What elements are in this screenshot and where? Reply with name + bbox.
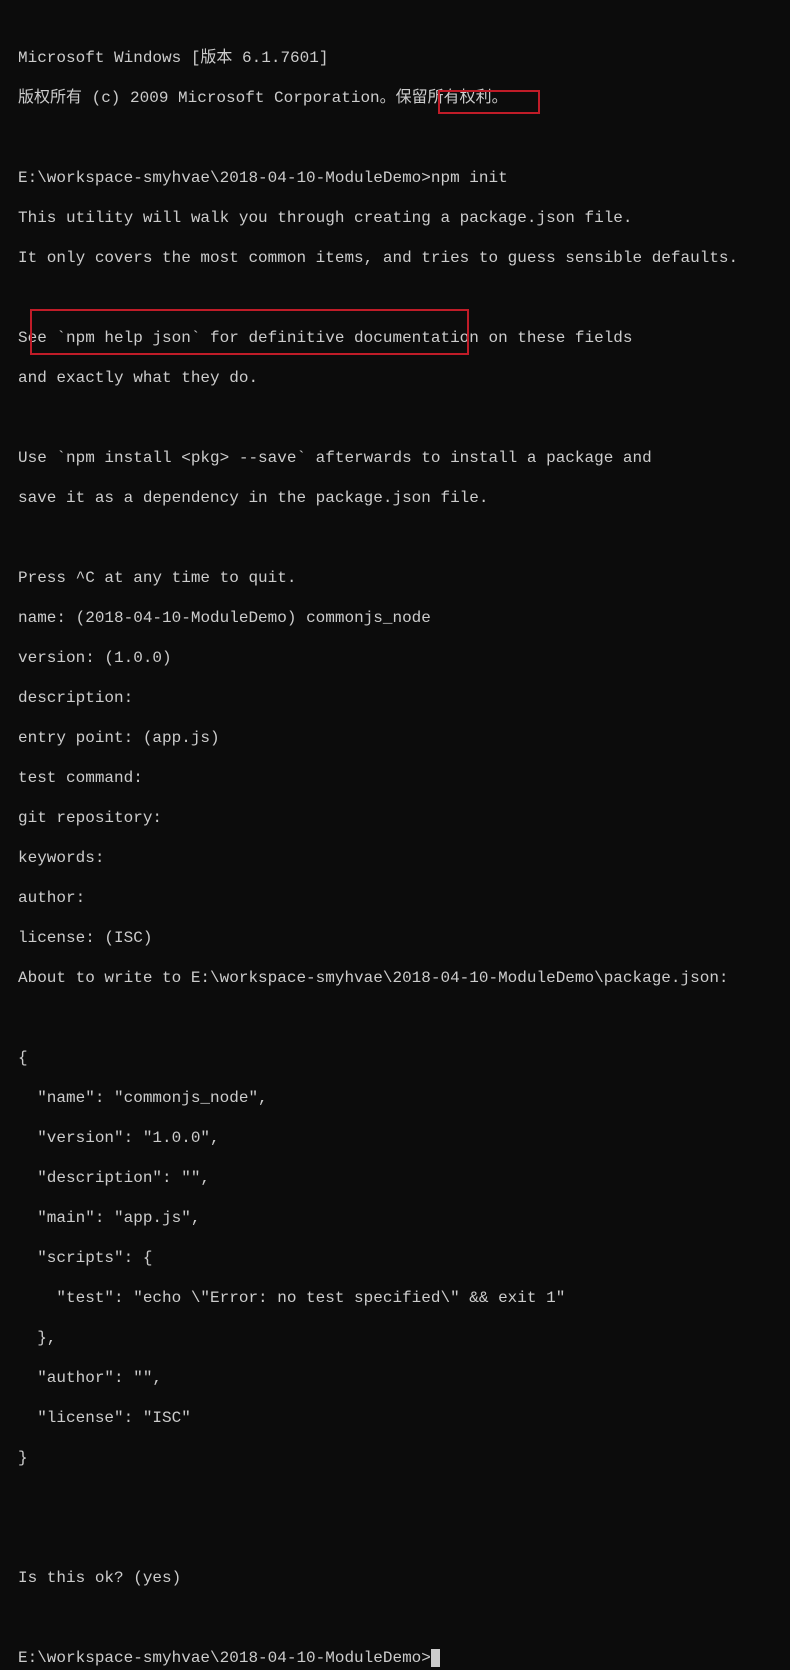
blank-line	[18, 1608, 772, 1628]
field-author-label: author:	[18, 889, 85, 907]
prompt-1-path: E:\workspace-smyhvae\2018-04-10-ModuleDe…	[18, 169, 421, 187]
field-license-default: ISC	[114, 929, 143, 947]
field-git-label: git repository:	[18, 809, 162, 827]
prompt-test: test command:	[18, 768, 772, 788]
json-line-0: {	[18, 1048, 772, 1068]
npm-intro-5: Use `npm install <pkg> --save` afterward…	[18, 448, 772, 468]
json-line-7: },	[18, 1328, 772, 1348]
field-description-label: description:	[18, 689, 133, 707]
json-line-10: }	[18, 1448, 772, 1468]
prompt-1-command: npm init	[431, 169, 508, 187]
json-line-2: "version": "1.0.0",	[18, 1128, 772, 1148]
cursor-icon	[431, 1649, 440, 1667]
prompt-version: version: (1.0.0)	[18, 648, 772, 668]
json-line-1: "name": "commonjs_node",	[18, 1088, 772, 1108]
prompt-author: author:	[18, 888, 772, 908]
prompt-entry: entry point: (app.js)	[18, 728, 772, 748]
prompt-1-sep: >	[421, 169, 431, 187]
field-test-label: test command:	[18, 769, 143, 787]
prompt-line-2[interactable]: E:\workspace-smyhvae\2018-04-10-ModuleDe…	[18, 1648, 772, 1668]
header-line-2: 版权所有 (c) 2009 Microsoft Corporation。保留所有…	[18, 88, 772, 108]
prompt-2-path: E:\workspace-smyhvae\2018-04-10-ModuleDe…	[18, 1649, 421, 1667]
npm-intro-6: save it as a dependency in the package.j…	[18, 488, 772, 508]
prompt-name: name: (2018-04-10-ModuleDemo) commonjs_n…	[18, 608, 772, 628]
blank-line	[18, 408, 772, 428]
about-to-write: About to write to E:\workspace-smyhvae\2…	[18, 968, 772, 988]
prompt-description: description:	[18, 688, 772, 708]
field-name-default: 2018-04-10-ModuleDemo	[85, 609, 287, 627]
json-line-8: "author": "",	[18, 1368, 772, 1388]
npm-intro-4: and exactly what they do.	[18, 368, 772, 388]
field-name-label: name:	[18, 609, 66, 627]
blank-line	[18, 528, 772, 548]
npm-intro-7: Press ^C at any time to quit.	[18, 568, 772, 588]
prompt-2-sep: >	[421, 1649, 431, 1667]
field-name-input: commonjs_node	[306, 609, 431, 627]
field-license-label: license:	[18, 929, 95, 947]
prompt-git: git repository:	[18, 808, 772, 828]
blank-line	[18, 1008, 772, 1028]
blank-line	[18, 1528, 772, 1548]
field-entry-label: entry point:	[18, 729, 133, 747]
blank-line	[18, 288, 772, 308]
terminal-container[interactable]: Microsoft Windows [版本 6.1.7601] 版权所有 (c)…	[18, 28, 772, 1670]
header-line-1: Microsoft Windows [版本 6.1.7601]	[18, 48, 772, 68]
npm-intro-2: It only covers the most common items, an…	[18, 248, 772, 268]
npm-intro-3: See `npm help json` for definitive docum…	[18, 328, 772, 348]
npm-intro-1: This utility will walk you through creat…	[18, 208, 772, 228]
confirm-prompt: Is this ok? (yes)	[18, 1568, 772, 1588]
json-line-9: "license": "ISC"	[18, 1408, 772, 1428]
json-line-4: "main": "app.js",	[18, 1208, 772, 1228]
blank-line	[18, 128, 772, 148]
prompt-license: license: (ISC)	[18, 928, 772, 948]
field-version-label: version:	[18, 649, 95, 667]
json-line-3: "description": "",	[18, 1168, 772, 1188]
field-entry-default: app.js	[152, 729, 210, 747]
blank-line	[18, 1488, 772, 1508]
field-version-default: 1.0.0	[114, 649, 162, 667]
json-line-6: "test": "echo \"Error: no test specified…	[18, 1288, 772, 1308]
field-keywords-label: keywords:	[18, 849, 104, 867]
prompt-line-1: E:\workspace-smyhvae\2018-04-10-ModuleDe…	[18, 168, 772, 188]
json-line-5: "scripts": {	[18, 1248, 772, 1268]
prompt-keywords: keywords:	[18, 848, 772, 868]
